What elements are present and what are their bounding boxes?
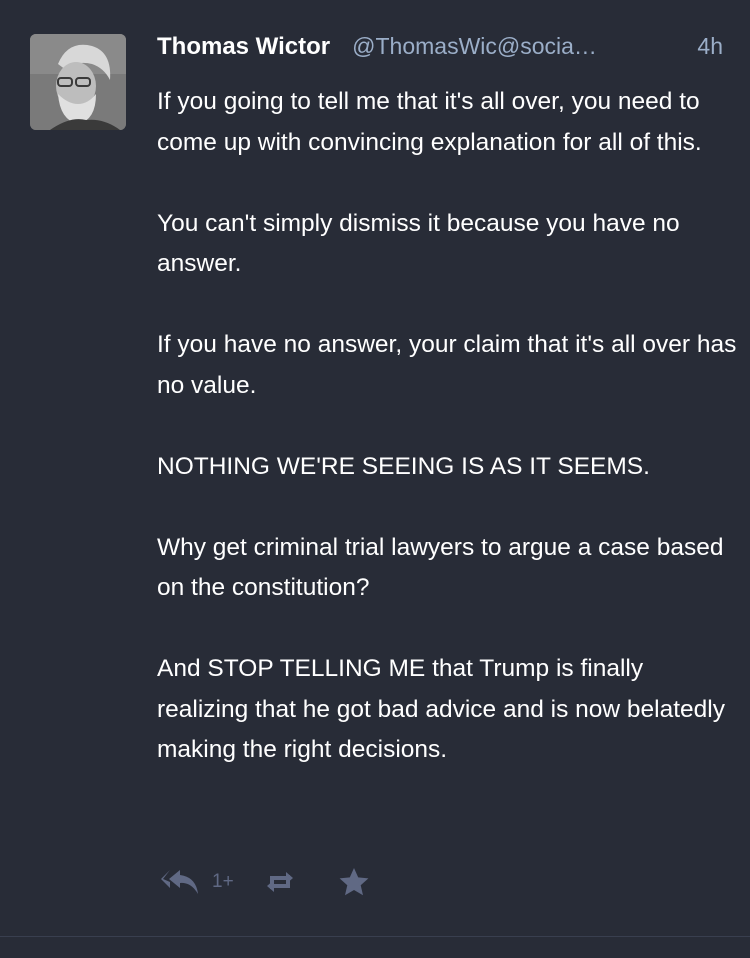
relative-time[interactable]: 4h <box>697 33 723 60</box>
reply-all-icon <box>160 866 200 898</box>
star-icon <box>338 866 370 898</box>
status-paragraph: Why get criminal trial lawyers to argue … <box>157 533 724 602</box>
display-name[interactable]: Thomas Wictor <box>157 33 330 61</box>
status-paragraph: And STOP TELLING ME that Trump is finall… <box>157 655 725 763</box>
status-content: If you going to tell me that it's all ov… <box>157 82 737 771</box>
reply-button[interactable]: 1+ <box>160 866 234 898</box>
boost-button[interactable] <box>260 867 300 897</box>
status-card: Thomas Wictor @ThomasWic@socia… 4h If yo… <box>0 0 750 958</box>
status-paragraph: NOTHING WE'RE SEEING IS AS IT SEEMS. <box>157 452 650 480</box>
status-paragraph: If you have no answer, your claim that i… <box>157 331 737 399</box>
status-paragraph: You can't simply dismiss it because you … <box>157 209 680 278</box>
boost-icon <box>260 867 300 897</box>
status-action-bar: 1+ <box>160 862 370 902</box>
favourite-button[interactable] <box>338 866 370 898</box>
avatar-photo <box>30 34 126 130</box>
reply-count: 1+ <box>212 871 234 892</box>
status-divider <box>0 936 750 937</box>
status-header: Thomas Wictor @ThomasWic@socia… 4h <box>157 33 723 69</box>
account-handle[interactable]: @ThomasWic@socia… <box>352 33 671 60</box>
status-paragraph: If you going to tell me that it's all ov… <box>157 88 702 156</box>
avatar[interactable] <box>30 34 126 130</box>
